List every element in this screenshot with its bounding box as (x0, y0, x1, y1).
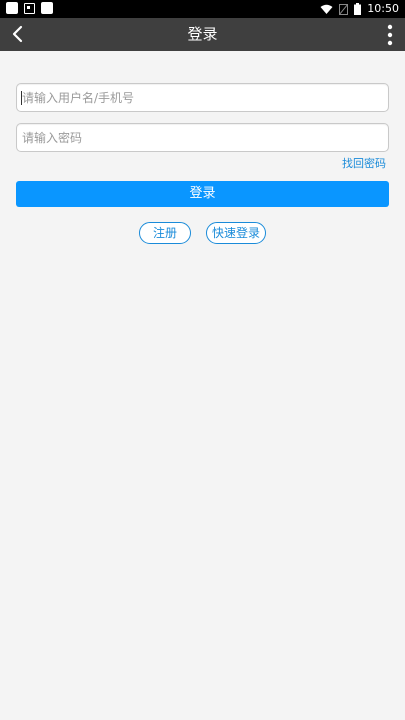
more-menu-button[interactable] (385, 24, 395, 46)
username-input[interactable] (17, 84, 382, 111)
status-right: 10:50 (320, 2, 399, 16)
signal-off-icon (339, 3, 349, 15)
username-field-wrapper (16, 83, 389, 112)
register-button[interactable]: 注册 (139, 222, 191, 244)
status-time: 10:50 (367, 2, 399, 15)
forgot-password-link[interactable]: 找回密码 (342, 155, 386, 171)
more-vertical-icon (387, 24, 393, 46)
notification-icon (6, 2, 18, 14)
notification-icon (24, 2, 35, 14)
password-field-wrapper (16, 123, 389, 152)
notification-icon (41, 2, 53, 14)
status-bar: 10:50 (0, 0, 405, 18)
text-caret (21, 91, 22, 105)
title-bar: 登录 (0, 18, 405, 51)
login-button[interactable]: 登录 (16, 181, 389, 207)
wifi-icon (320, 4, 333, 14)
status-left-icons (6, 2, 53, 14)
quick-login-button[interactable]: 快速登录 (206, 222, 266, 244)
password-input[interactable] (17, 124, 382, 151)
battery-icon (354, 3, 362, 15)
page-title: 登录 (187, 25, 218, 43)
